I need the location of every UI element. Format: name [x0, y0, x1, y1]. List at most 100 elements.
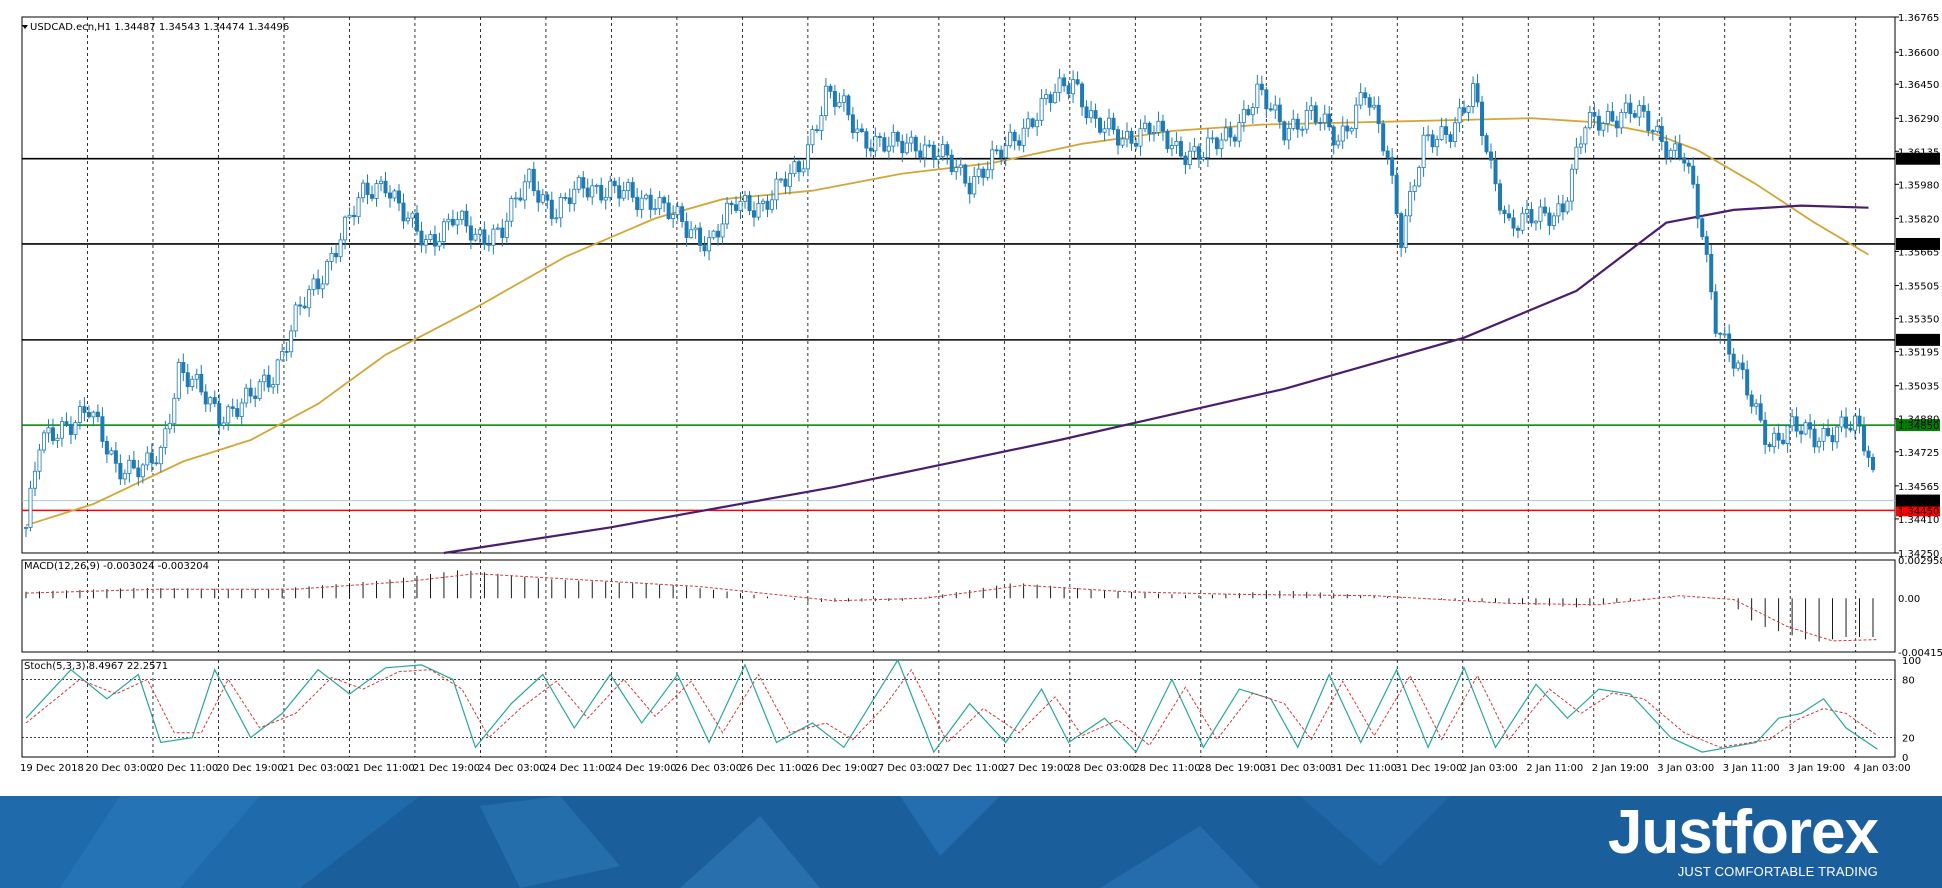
- candle: [104, 440, 109, 455]
- x-tick-label: 28 Dec 11:00: [1133, 763, 1200, 774]
- candle: [1718, 332, 1723, 335]
- candle: [257, 381, 262, 399]
- candle: [1147, 122, 1152, 134]
- candle: [500, 227, 505, 238]
- candle: [1709, 253, 1714, 293]
- candle: [689, 229, 694, 238]
- price-pane: [21, 16, 1896, 554]
- candle: [576, 177, 581, 190]
- candle: [64, 421, 69, 425]
- candle: [1524, 209, 1529, 214]
- candle: [1322, 113, 1327, 123]
- candle: [873, 135, 878, 152]
- candle: [284, 351, 289, 353]
- candle: [1439, 126, 1444, 140]
- candle: [109, 450, 114, 455]
- candle: [1062, 77, 1067, 87]
- candle: [1205, 137, 1210, 158]
- candle: [1444, 126, 1449, 136]
- candle: [909, 136, 914, 144]
- candle: [1394, 174, 1399, 215]
- candle: [1493, 159, 1498, 185]
- candle: [1358, 92, 1363, 106]
- candle: [311, 278, 316, 291]
- candle: [531, 168, 536, 192]
- candle: [343, 216, 348, 241]
- candle: [275, 359, 280, 385]
- candle: [1107, 117, 1112, 130]
- candle: [904, 142, 909, 154]
- candle: [136, 467, 141, 478]
- candle: [1376, 104, 1381, 125]
- candle: [473, 233, 478, 241]
- candle: [86, 412, 91, 418]
- candle: [374, 183, 379, 199]
- candle: [1489, 151, 1494, 161]
- x-tick-label: 20 Dec 11:00: [151, 763, 218, 774]
- candle: [1187, 150, 1192, 165]
- candle: [1628, 102, 1633, 114]
- candle: [1785, 425, 1790, 444]
- candle: [1794, 416, 1799, 432]
- y-tick-label: 1.36600: [1898, 48, 1939, 59]
- candle: [145, 452, 150, 466]
- candle: [361, 182, 366, 199]
- candle: [882, 137, 887, 152]
- candle: [922, 144, 927, 159]
- candle: [1538, 206, 1543, 222]
- candle: [976, 168, 981, 177]
- candle: [1093, 110, 1098, 119]
- candle: [958, 164, 963, 169]
- candle: [230, 406, 235, 409]
- candle: [1848, 427, 1853, 431]
- candle: [1551, 215, 1556, 226]
- candle: [1039, 98, 1044, 121]
- x-tick-label: 21 Dec 19:00: [413, 763, 480, 774]
- candle: [379, 180, 384, 184]
- x-tick-label: 4 Jan 03:00: [1854, 763, 1911, 774]
- candle: [702, 245, 707, 252]
- candle: [338, 239, 343, 258]
- candle: [1259, 83, 1264, 91]
- candle: [581, 177, 586, 189]
- candle: [50, 427, 55, 441]
- candle: [217, 403, 222, 426]
- candle: [1309, 105, 1314, 111]
- candle: [599, 184, 604, 201]
- candle: [113, 450, 118, 464]
- candle: [1668, 149, 1673, 158]
- y-tick-label: 1.35350: [1898, 315, 1939, 326]
- candle: [208, 397, 213, 405]
- candle: [868, 147, 873, 152]
- y-tick-label: 1.35035: [1898, 382, 1939, 393]
- candle: [1129, 130, 1134, 144]
- candle: [1048, 94, 1053, 104]
- candle: [558, 197, 563, 219]
- candle: [518, 197, 523, 201]
- candle: [1345, 125, 1350, 132]
- candle: [1228, 127, 1233, 138]
- candle: [1686, 162, 1691, 167]
- candle: [122, 472, 127, 480]
- candle: [158, 447, 163, 465]
- candle: [1151, 132, 1156, 134]
- candle: [1340, 125, 1345, 142]
- candle: [1506, 213, 1511, 219]
- y-tick-label: 1.35505: [1898, 282, 1939, 293]
- candle: [59, 421, 64, 439]
- candle: [1745, 369, 1750, 396]
- x-tick-label: 31 Dec 11:00: [1330, 763, 1397, 774]
- candle: [244, 387, 249, 404]
- candle: [792, 161, 797, 175]
- candle: [850, 114, 855, 133]
- candle: [1578, 143, 1583, 148]
- y-tick-label: 1.36450: [1898, 80, 1939, 91]
- candle: [1462, 107, 1467, 113]
- candle: [1026, 118, 1031, 129]
- candle: [302, 305, 307, 309]
- candle: [752, 210, 757, 218]
- x-tick-label: 3 Jan 19:00: [1788, 763, 1845, 774]
- candle: [1821, 428, 1826, 442]
- candle: [347, 214, 352, 218]
- candle: [864, 131, 869, 149]
